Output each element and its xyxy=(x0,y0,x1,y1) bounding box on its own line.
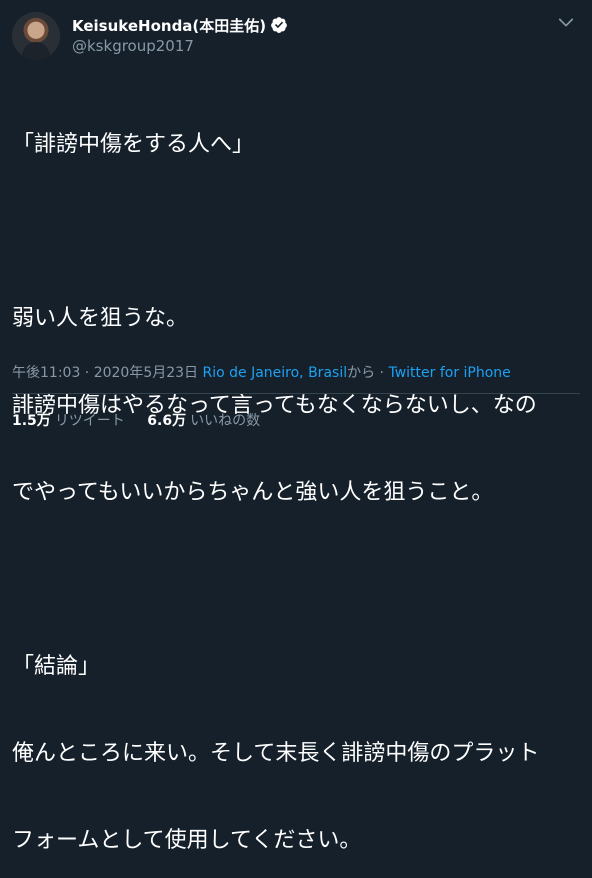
avatar[interactable] xyxy=(12,12,60,60)
likes-stat[interactable]: 6.6万 いいねの数 xyxy=(147,413,260,429)
display-name-row: KeisukeHonda(本田圭佑) xyxy=(72,14,288,36)
tweet-source[interactable]: Twitter for iPhone xyxy=(388,365,510,381)
display-name[interactable]: KeisukeHonda(本田圭佑) xyxy=(72,15,266,36)
retweets-stat[interactable]: 1.5万 リツイート xyxy=(12,413,125,429)
location-suffix: から xyxy=(347,365,376,381)
retweets-count: 1.5万 xyxy=(12,413,51,429)
tweet-text: 「誹謗中傷をする人へ」 弱い人を狙うな。 誹謗中傷はやるなって言ってもなくならな… xyxy=(12,72,580,878)
tweet-line: 俺んところに来い。そして末長く誹謗中傷のプラット xyxy=(12,741,540,766)
likes-label: いいねの数 xyxy=(190,413,261,429)
tweet-header: KeisukeHonda(本田圭佑) @kskgroup2017 xyxy=(12,10,580,60)
tweet-line: フォームとして使用してください。 xyxy=(12,828,362,853)
tweet-location[interactable]: Rio de Janeiro, Brasil xyxy=(203,365,348,381)
tweet-line: 弱い人を狙うな。 xyxy=(12,306,189,331)
divider xyxy=(12,393,580,394)
user-handle[interactable]: @kskgroup2017 xyxy=(72,37,288,55)
tweet-meta: 午後11:03 · 2020年5月23日 Rio de Janeiro, Bra… xyxy=(12,362,580,382)
tweet-stats: 1.5万 リツイート 6.6万 いいねの数 xyxy=(12,410,278,430)
meta-separator: · xyxy=(375,365,389,381)
retweets-label: リツイート xyxy=(54,413,125,429)
tweet-line xyxy=(12,565,580,594)
likes-count: 6.6万 xyxy=(147,413,187,429)
verified-badge-icon xyxy=(271,17,288,33)
tweet-line: でやってもいいからちゃんと強い人を狙うこと。 xyxy=(12,480,494,505)
tweet-line: 「誹謗中傷をする人へ」 xyxy=(12,132,255,157)
tweet-line xyxy=(12,217,580,246)
tweet-line: 「結論」 xyxy=(12,654,101,679)
tweet-timestamp[interactable]: 午後11:03 · 2020年5月23日 xyxy=(12,365,198,381)
user-names: KeisukeHonda(本田圭佑) @kskgroup2017 xyxy=(72,14,288,55)
chevron-down-icon[interactable] xyxy=(556,12,576,32)
